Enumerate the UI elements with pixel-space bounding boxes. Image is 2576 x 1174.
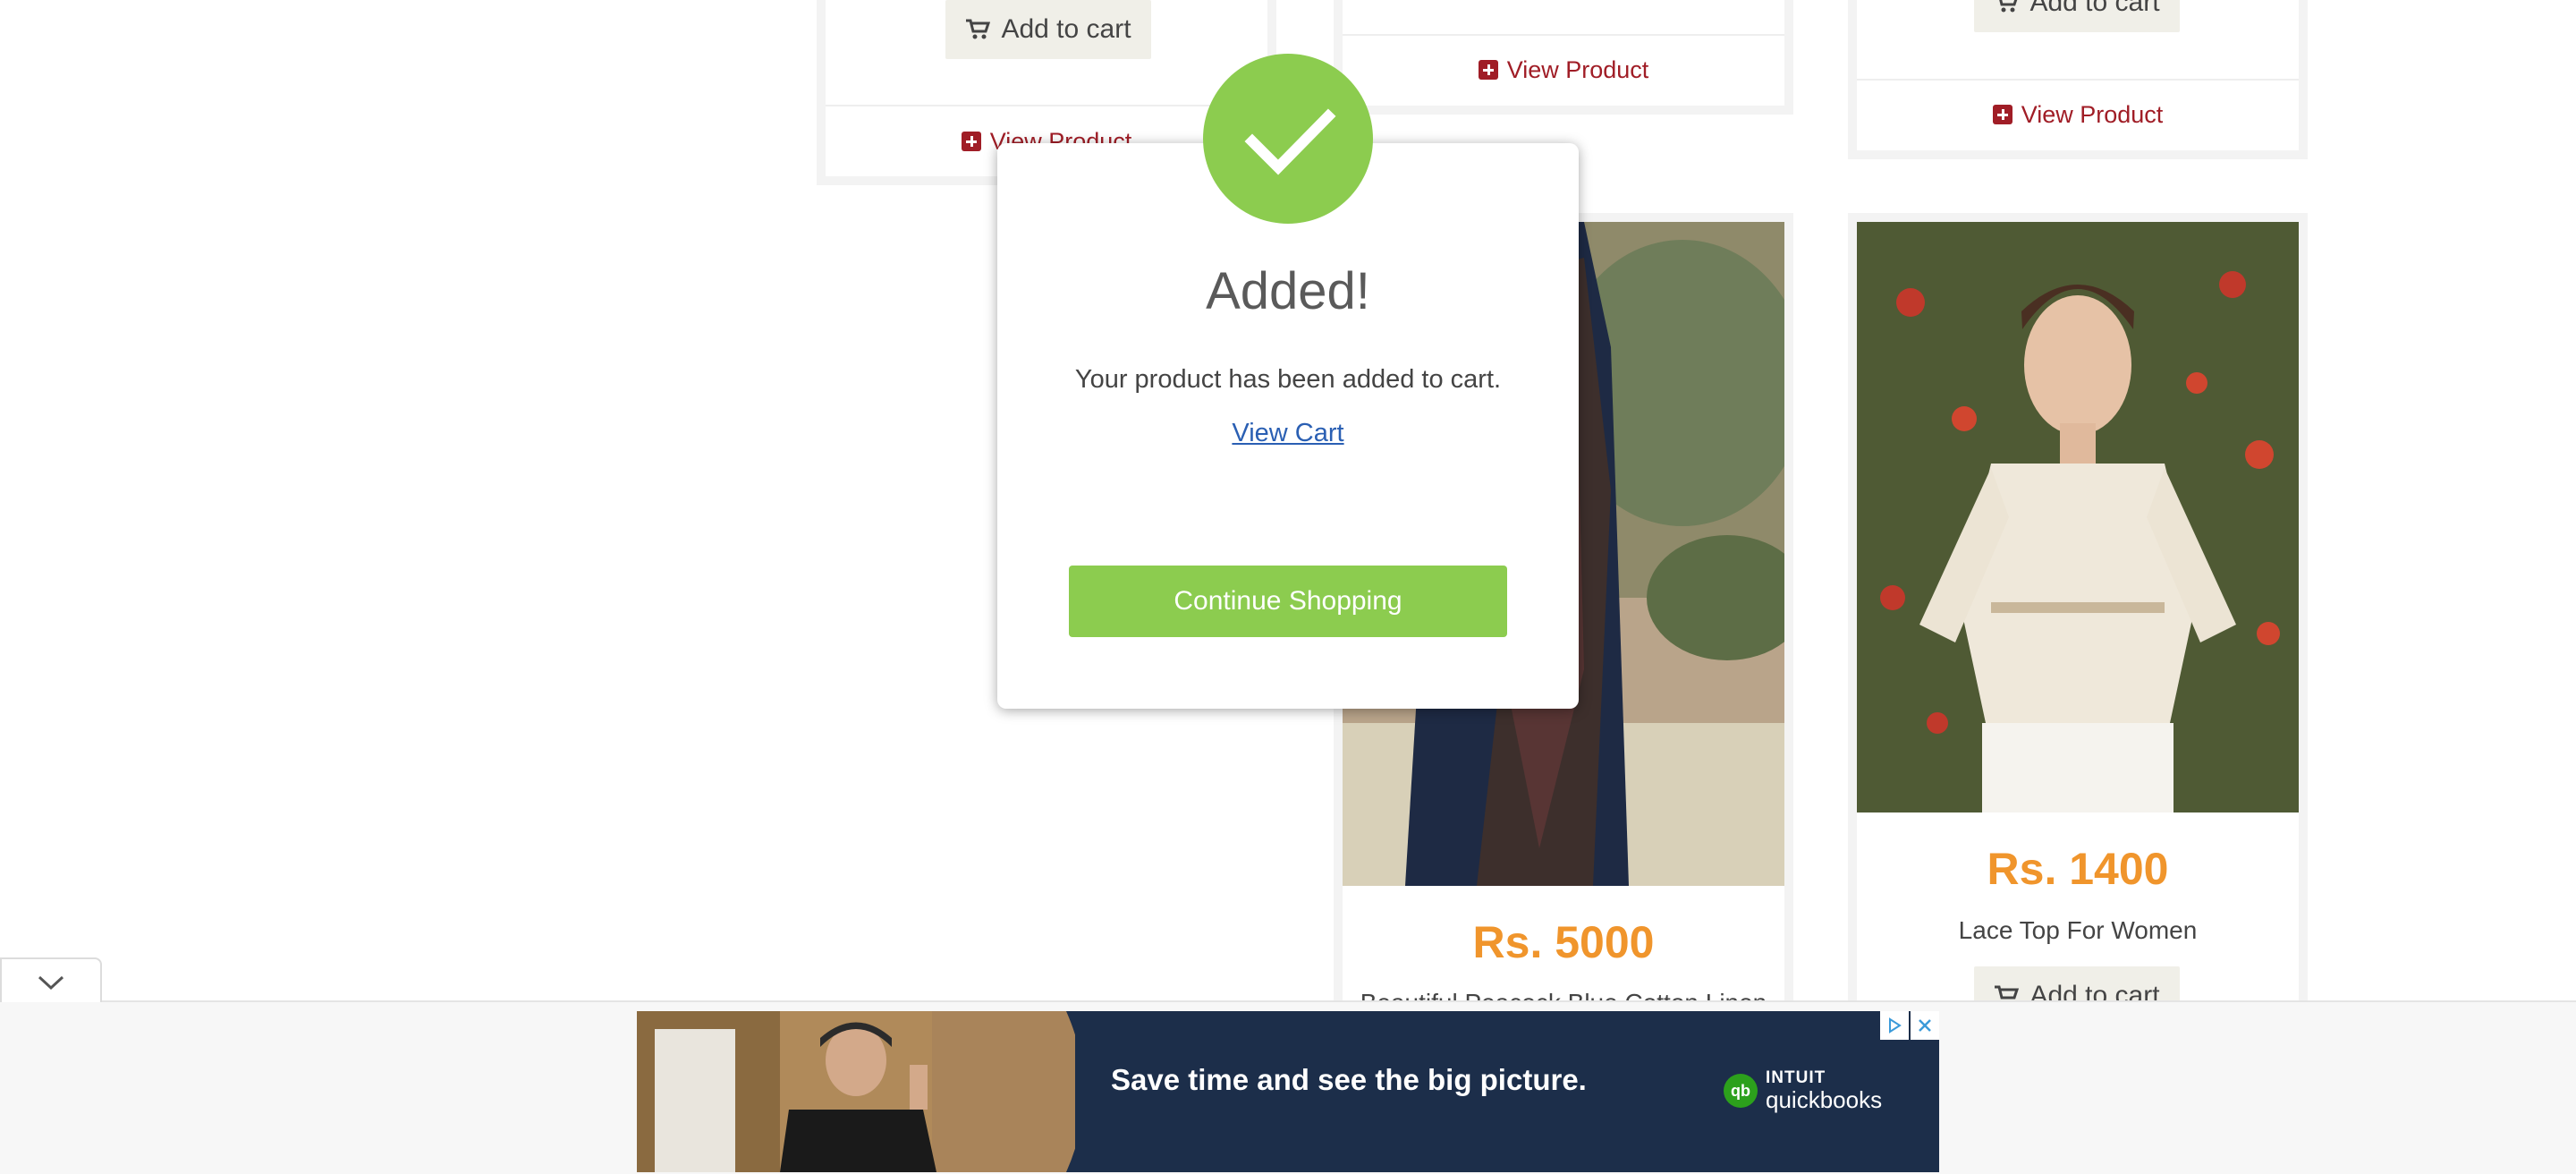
ad-close-icon[interactable] (1911, 1011, 1939, 1040)
lace-top-photo (1857, 222, 2299, 812)
ad-brand-name: quickbooks (1766, 1086, 1883, 1113)
product-price: Rs. 5000 (1472, 917, 1655, 967)
ad-choices-icon[interactable] (1880, 1011, 1909, 1040)
ad-photo (637, 1011, 1075, 1172)
ad-banner[interactable]: Save time and see the big picture. qb IN… (637, 1011, 1939, 1172)
chevron-down-icon (38, 975, 64, 991)
success-check-icon (1203, 54, 1373, 224)
product-name[interactable]: Lace Top For Women (1857, 916, 2299, 945)
plus-square-icon (1478, 60, 1498, 80)
view-product-link[interactable]: View Product (1343, 52, 1784, 88)
cart-icon (966, 19, 991, 39)
add-to-cart-button[interactable]: Add to cart (1974, 0, 2180, 32)
view-product-label: View Product (2021, 100, 2164, 128)
dialog-title: Added! (1206, 262, 1370, 320)
add-to-cart-label: Add to cart (2029, 0, 2160, 17)
add-to-cart-button[interactable]: Add to cart (945, 0, 1151, 59)
add-to-cart-label: Add to cart (1001, 14, 1131, 44)
plus-square-icon (961, 132, 981, 151)
dialog-message: Your product has been added to cart. (1074, 365, 1502, 394)
ad-brand-intuit: INTUIT (1766, 1068, 1826, 1087)
collapse-ad-toggle[interactable] (0, 957, 102, 1002)
product-price: Rs. 1400 (1987, 844, 2169, 894)
cart-icon (1999, 0, 2018, 13)
card-divider (826, 105, 1267, 106)
continue-shopping-button[interactable]: Continue Shopping (1069, 566, 1507, 637)
view-product-label: View Product (1506, 55, 1649, 83)
card-divider (1857, 79, 2299, 81)
card-divider (1343, 34, 1784, 36)
view-product-link[interactable]: View Product (1857, 97, 2299, 132)
product-image-lace-top[interactable] (1857, 222, 2299, 812)
view-cart-link[interactable]: View Cart (997, 419, 1579, 448)
quickbooks-logo-icon: qb (1724, 1074, 1758, 1108)
plus-square-icon (1992, 105, 2012, 124)
ad-headline: Save time and see the big picture. (1111, 1063, 1587, 1096)
